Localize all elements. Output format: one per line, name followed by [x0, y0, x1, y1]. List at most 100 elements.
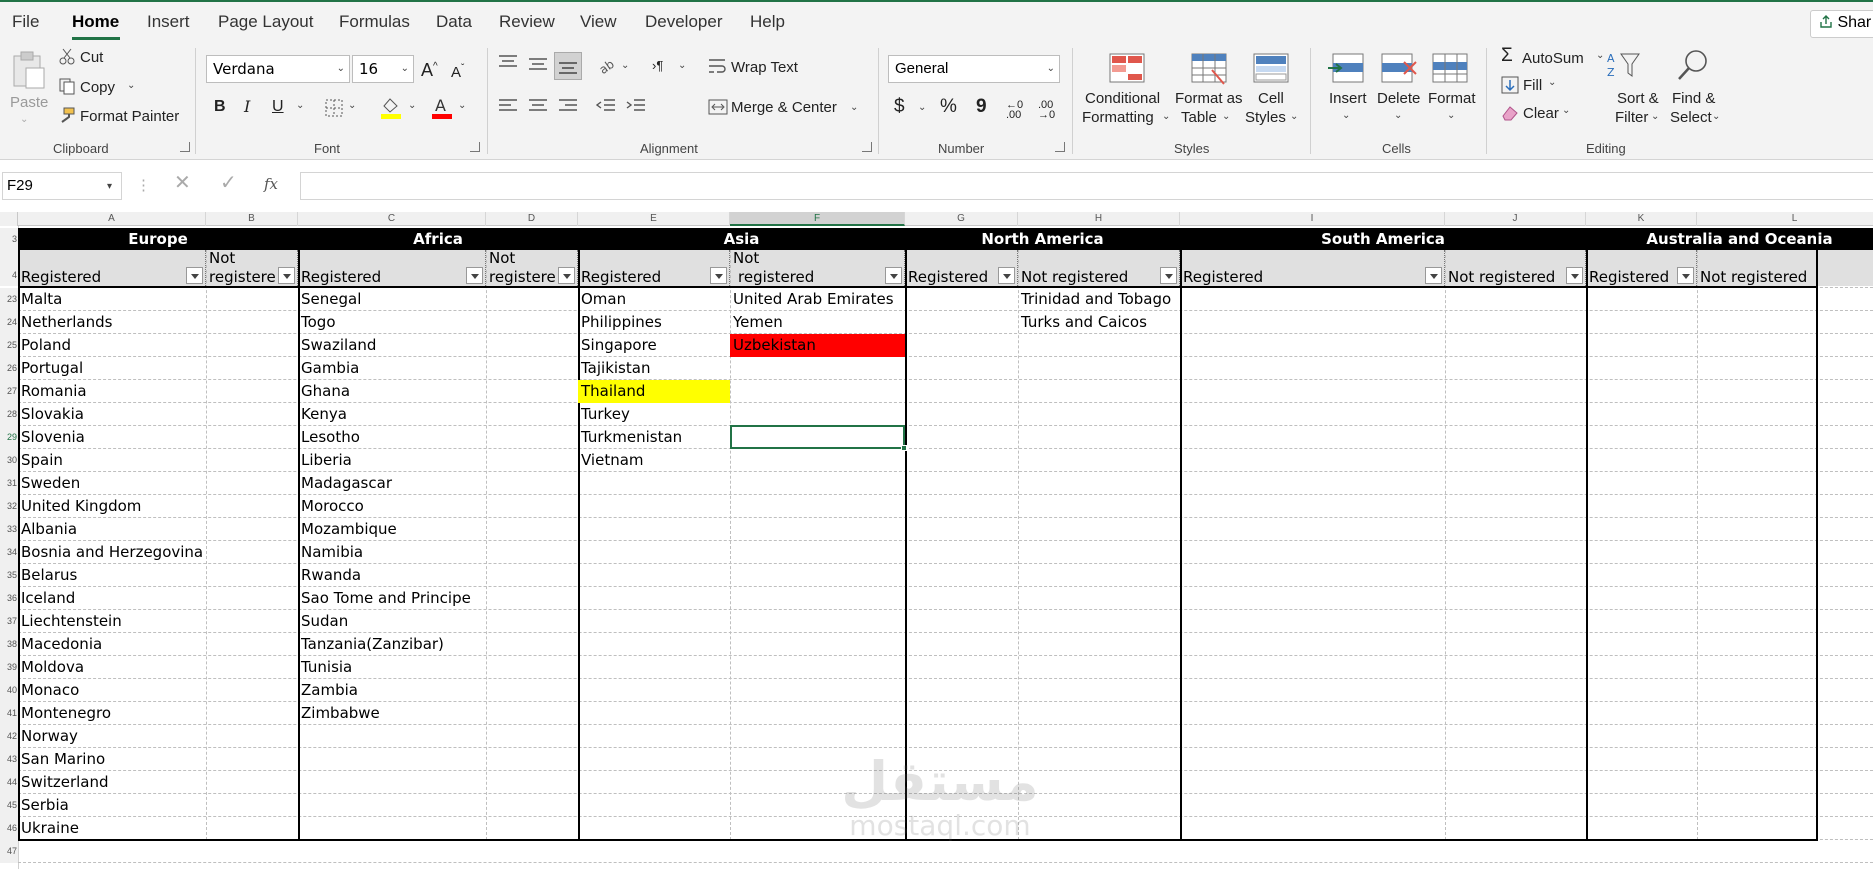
filter-dropdown-icon[interactable] — [1425, 267, 1442, 284]
row-header-28[interactable]: 28 — [0, 403, 18, 426]
row-header-40[interactable]: 40 — [0, 679, 18, 702]
europe-registered-cell[interactable]: United Kingdom — [18, 495, 206, 518]
row-header-31[interactable]: 31 — [0, 472, 18, 495]
clipboard-launcher-icon[interactable] — [180, 142, 190, 152]
cell-styles-label-1[interactable]: Cell — [1258, 90, 1284, 108]
insert-chevron-down-icon[interactable]: ⌄ — [1342, 110, 1350, 121]
delete-cells-icon[interactable] — [1380, 52, 1418, 84]
asia-registered-cell[interactable]: Vietnam — [578, 449, 730, 472]
row-header-37[interactable]: 37 — [0, 610, 18, 633]
header-cell-i[interactable]: Registered — [1180, 250, 1445, 286]
header-cell-c[interactable]: Registered — [298, 250, 486, 286]
merge-center-icon[interactable] — [708, 98, 728, 116]
increase-decimal-icon[interactable]: ←0.00 — [1006, 100, 1023, 121]
format-chevron-down-icon[interactable]: ⌄ — [1447, 110, 1455, 121]
comma-style-icon[interactable]: 9 — [976, 97, 987, 116]
font-color-icon[interactable]: A — [431, 96, 453, 120]
text-direction-icon[interactable]: ›¶ — [652, 57, 663, 75]
align-center-icon[interactable] — [528, 98, 548, 114]
decrease-font-size-icon[interactable]: Aˇ — [451, 60, 464, 82]
cell-styles-label-2[interactable]: Styles — [1245, 109, 1286, 127]
column-header-h[interactable]: H — [1018, 212, 1180, 226]
row-header-39[interactable]: 39 — [0, 656, 18, 679]
fill-chevron-down-icon[interactable]: ⌄ — [1548, 77, 1556, 88]
conditional-formatting-icon[interactable] — [1108, 52, 1146, 84]
conditional-formatting-label-2[interactable]: Formatting — [1082, 109, 1154, 127]
fill-down-icon[interactable] — [1501, 76, 1519, 94]
menu-developer[interactable]: Developer — [645, 12, 723, 32]
decrease-indent-icon[interactable] — [596, 98, 616, 114]
autosum-chevron-down-icon[interactable]: ⌄ — [1596, 50, 1604, 61]
menu-help[interactable]: Help — [750, 12, 785, 32]
bold-icon[interactable]: B — [214, 98, 226, 116]
font-size-select[interactable]: 16 ⌄ — [352, 55, 414, 83]
africa-registered-cell[interactable]: Madagascar — [298, 472, 486, 495]
decrease-decimal-icon[interactable]: .00 →0 — [1038, 100, 1055, 121]
europe-registered-cell[interactable]: Norway — [18, 725, 206, 748]
europe-registered-cell[interactable]: Portugal — [18, 357, 206, 380]
filter-dropdown-icon[interactable] — [1677, 267, 1694, 284]
sort-filter-label-2[interactable]: Filter — [1615, 109, 1648, 127]
header-cell-j[interactable]: Not registered — [1445, 250, 1586, 286]
row-header-33[interactable]: 33 — [0, 518, 18, 541]
europe-registered-cell[interactable]: Romania — [18, 380, 206, 403]
cut-label[interactable]: Cut — [80, 49, 103, 67]
europe-registered-cell[interactable]: Monaco — [18, 679, 206, 702]
row-header-43[interactable]: 43 — [0, 748, 18, 771]
europe-registered-cell[interactable]: Montenegro — [18, 702, 206, 725]
fill-label[interactable]: Fill — [1523, 77, 1542, 95]
menu-review[interactable]: Review — [499, 12, 555, 32]
format-as-table-icon[interactable] — [1190, 52, 1228, 86]
row-header-4[interactable]: 4 — [0, 250, 18, 286]
header-cell-l[interactable]: Not registered — [1697, 250, 1873, 286]
find-select-label-2[interactable]: Select — [1670, 109, 1712, 127]
column-header-e[interactable]: E — [578, 212, 730, 226]
select-all-corner[interactable] — [0, 212, 18, 226]
asia-not-registered-cell[interactable]: Uzbekistan — [730, 334, 905, 357]
africa-registered-cell[interactable]: Ghana — [298, 380, 486, 403]
conditional-chevron-down-icon[interactable]: ⌄ — [1162, 111, 1170, 122]
menu-file[interactable]: File — [12, 12, 39, 32]
align-middle-icon[interactable] — [528, 56, 548, 72]
column-header-f[interactable]: F — [730, 212, 905, 226]
row-header-38[interactable]: 38 — [0, 633, 18, 656]
menu-page-layout[interactable]: Page Layout — [218, 12, 313, 32]
increase-indent-icon[interactable] — [626, 98, 646, 114]
europe-registered-cell[interactable]: Malta — [18, 288, 206, 311]
name-box[interactable]: F29 ▾ — [2, 172, 122, 200]
font-name-select[interactable]: Verdana ⌄ — [206, 55, 350, 83]
format-as-table-label-2[interactable]: Table — [1181, 109, 1217, 127]
africa-registered-cell[interactable]: Swaziland — [298, 334, 486, 357]
europe-registered-cell[interactable]: Netherlands — [18, 311, 206, 334]
asia-registered-cell[interactable]: Philippines — [578, 311, 730, 334]
insert-function-icon[interactable]: fx — [264, 175, 278, 193]
africa-registered-cell[interactable]: Tanzania(Zanzibar) — [298, 633, 486, 656]
asia-registered-cell[interactable]: Tajikistan — [578, 357, 730, 380]
north-america-not-registered-cell[interactable]: Trinidad and Tobago — [1018, 288, 1180, 311]
africa-registered-cell[interactable]: Tunisia — [298, 656, 486, 679]
italic-icon[interactable]: I — [244, 98, 250, 116]
percent-icon[interactable]: % — [940, 97, 957, 116]
row-header-44[interactable]: 44 — [0, 771, 18, 794]
menu-home[interactable]: Home — [72, 12, 119, 32]
merge-chevron-down-icon[interactable]: ⌄ — [850, 102, 858, 113]
sort-chevron-down-icon[interactable]: ⌄ — [1651, 111, 1659, 122]
header-cell-d[interactable]: Not registere — [486, 250, 578, 286]
align-bottom-button[interactable] — [554, 52, 582, 80]
align-left-icon[interactable] — [498, 98, 518, 114]
orientation-icon[interactable]: ab — [596, 55, 618, 75]
row-header-47[interactable]: 47 — [0, 840, 18, 863]
africa-registered-cell[interactable]: Kenya — [298, 403, 486, 426]
europe-registered-cell[interactable]: Sweden — [18, 472, 206, 495]
insert-cells-label[interactable]: Insert — [1329, 90, 1367, 108]
wrap-text-label[interactable]: Wrap Text — [731, 59, 798, 77]
autosum-label[interactable]: AutoSum — [1522, 50, 1584, 68]
find-select-icon[interactable] — [1676, 48, 1710, 82]
africa-registered-cell[interactable]: Sudan — [298, 610, 486, 633]
filter-dropdown-icon[interactable] — [558, 267, 575, 284]
column-header-j[interactable]: J — [1445, 212, 1586, 226]
eraser-icon[interactable] — [1501, 104, 1519, 122]
text-direction-chevron-down-icon[interactable]: ⌄ — [678, 60, 686, 71]
asia-not-registered-cell[interactable]: United Arab Emirates — [730, 288, 905, 311]
format-cells-icon[interactable] — [1431, 50, 1469, 84]
